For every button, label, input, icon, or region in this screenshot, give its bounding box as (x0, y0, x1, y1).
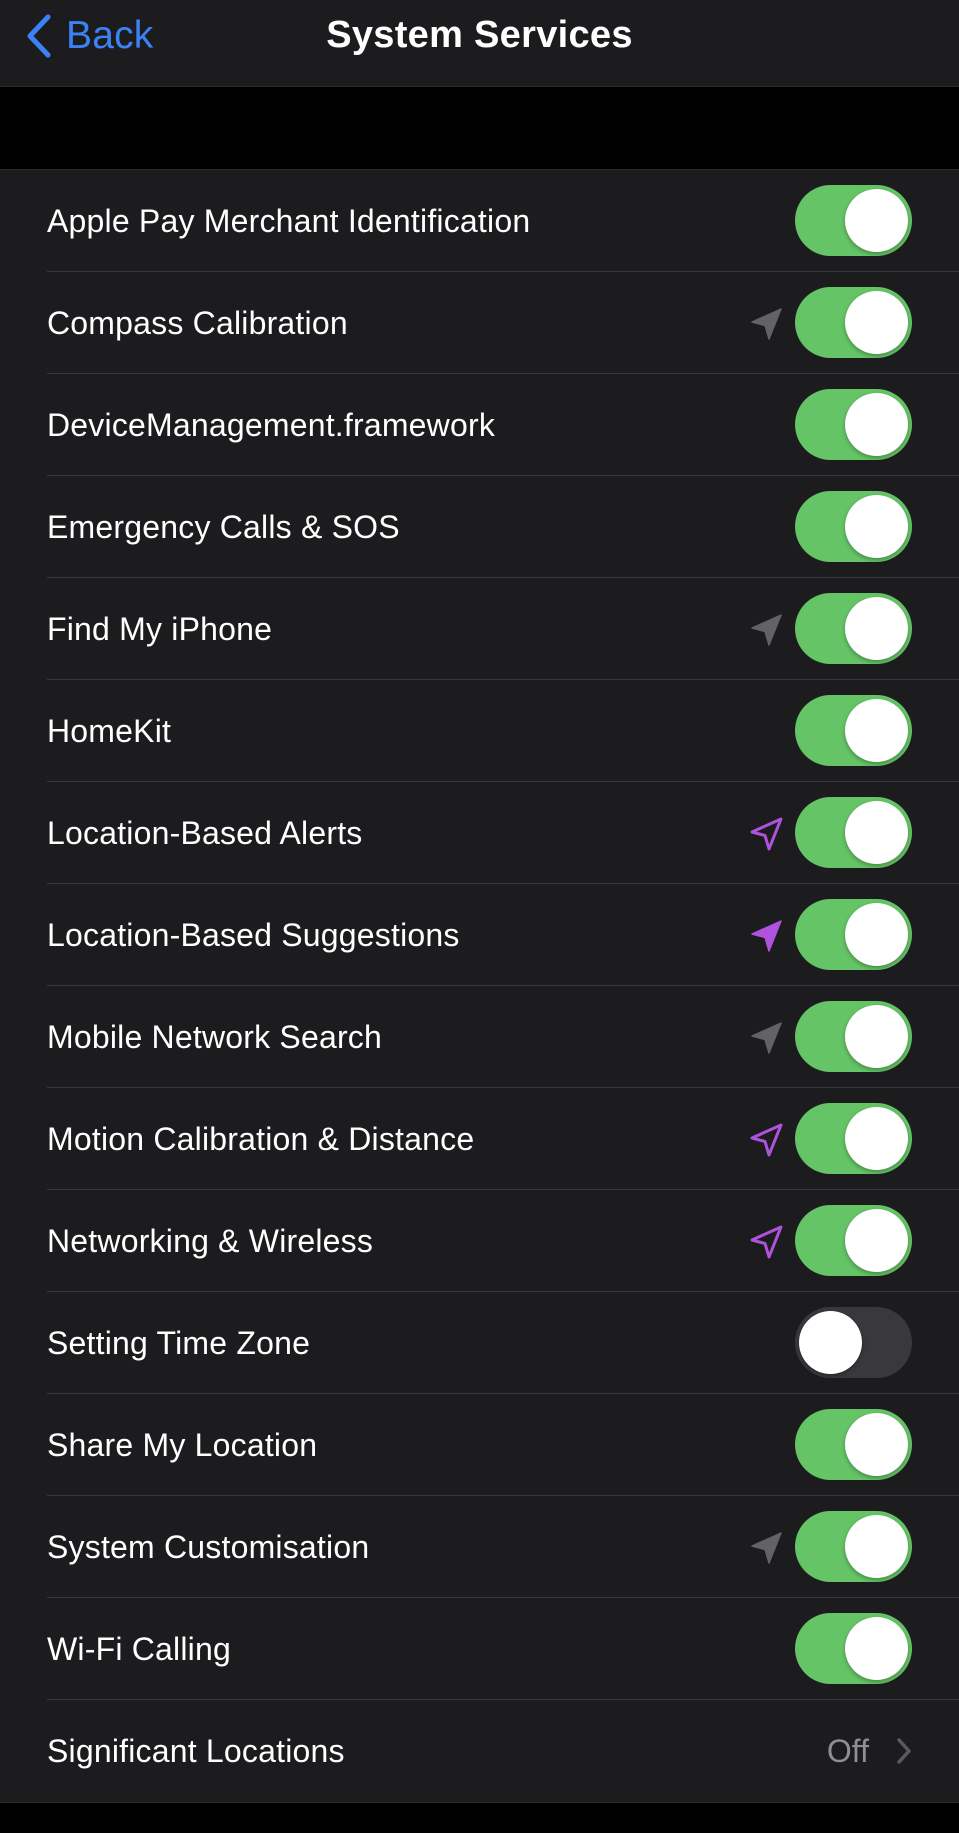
toggle-switch[interactable] (795, 491, 912, 562)
toggle-knob (845, 495, 908, 558)
navigation-bar: Back System Services (0, 0, 959, 87)
service-label: Emergency Calls & SOS (47, 509, 400, 545)
toggle-knob (845, 699, 908, 762)
toggle-knob (845, 1209, 908, 1272)
service-row-setting-time-zone: Setting Time Zone (0, 1292, 959, 1394)
location-arrow-icon (748, 305, 786, 343)
toggle-knob (845, 1617, 908, 1680)
location-arrow-icon (748, 611, 786, 649)
service-label: Share My Location (47, 1427, 318, 1463)
location-arrow-icon (748, 1223, 786, 1261)
service-label: DeviceManagement.framework (47, 407, 496, 443)
service-label: Location-Based Suggestions (47, 917, 460, 953)
toggle-knob (845, 903, 908, 966)
toggle-switch[interactable] (795, 389, 912, 460)
service-label: Location-Based Alerts (47, 815, 363, 851)
service-row-apple-pay-merchant-identification: Apple Pay Merchant Identification (0, 170, 959, 272)
toggle-switch[interactable] (795, 1001, 912, 1072)
toggle-switch[interactable] (795, 1511, 912, 1582)
toggle-switch[interactable] (795, 1613, 912, 1684)
location-arrow-icon (748, 917, 786, 955)
toggle-switch[interactable] (795, 185, 912, 256)
toggle-switch[interactable] (795, 899, 912, 970)
service-row-compass-calibration: Compass Calibration (0, 272, 959, 374)
service-label: Compass Calibration (47, 305, 348, 341)
service-row-location-based-alerts: Location-Based Alerts (0, 782, 959, 884)
page-title: System Services (326, 14, 633, 56)
toggle-switch[interactable] (795, 593, 912, 664)
service-row-share-my-location: Share My Location (0, 1394, 959, 1496)
toggle-switch[interactable] (795, 1205, 912, 1276)
location-arrow-icon (748, 1019, 786, 1057)
toggle-switch[interactable] (795, 1307, 912, 1378)
section-spacer (0, 87, 959, 169)
toggle-knob (845, 1515, 908, 1578)
significant-locations-row[interactable]: Significant Locations Off (0, 1700, 959, 1802)
location-arrow-icon (748, 1529, 786, 1567)
toggle-knob (845, 291, 908, 354)
toggle-knob (845, 1107, 908, 1170)
service-label: Find My iPhone (47, 611, 273, 647)
service-row-find-my-iphone: Find My iPhone (0, 578, 959, 680)
chevron-right-icon (895, 1736, 913, 1766)
service-row-wi-fi-calling: Wi-Fi Calling (0, 1598, 959, 1700)
service-label: Setting Time Zone (47, 1325, 311, 1361)
service-row-system-customisation: System Customisation (0, 1496, 959, 1598)
toggle-switch[interactable] (795, 1103, 912, 1174)
significant-locations-value: Off (826, 1733, 869, 1769)
service-label: Apple Pay Merchant Identification (47, 203, 531, 239)
service-row-mobile-network-search: Mobile Network Search (0, 986, 959, 1088)
toggle-switch[interactable] (795, 695, 912, 766)
toggle-knob (845, 1413, 908, 1476)
service-row-networking-and-wireless: Networking & Wireless (0, 1190, 959, 1292)
service-label: Networking & Wireless (47, 1223, 374, 1259)
toggle-switch[interactable] (795, 287, 912, 358)
toggle-knob (799, 1311, 862, 1374)
toggle-knob (845, 1005, 908, 1068)
toggle-switch[interactable] (795, 1409, 912, 1480)
service-row-motion-calibration-and-distance: Motion Calibration & Distance (0, 1088, 959, 1190)
toggle-knob (845, 393, 908, 456)
system-services-list: Apple Pay Merchant Identification Compass… (0, 169, 959, 1803)
toggle-knob (845, 801, 908, 864)
service-label: System Customisation (47, 1529, 370, 1565)
service-label: HomeKit (47, 713, 172, 749)
significant-locations-label: Significant Locations (47, 1733, 345, 1769)
service-row-emergency-calls-and-sos: Emergency Calls & SOS (0, 476, 959, 578)
toggle-knob (845, 597, 908, 660)
location-arrow-icon (748, 1121, 786, 1159)
service-label: Wi-Fi Calling (47, 1631, 231, 1667)
toggle-switch[interactable] (795, 797, 912, 868)
service-label: Mobile Network Search (47, 1019, 382, 1055)
toggle-knob (845, 189, 908, 252)
service-row-homekit: HomeKit (0, 680, 959, 782)
service-row-location-based-suggestions: Location-Based Suggestions (0, 884, 959, 986)
service-row-devicemanagement-framework: DeviceManagement.framework (0, 374, 959, 476)
location-arrow-icon (748, 815, 786, 853)
service-label: Motion Calibration & Distance (47, 1121, 475, 1157)
